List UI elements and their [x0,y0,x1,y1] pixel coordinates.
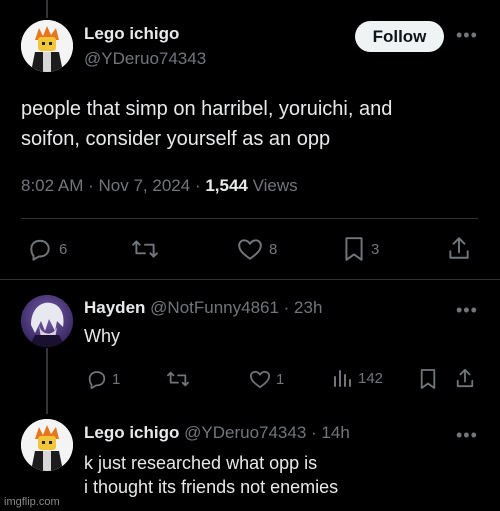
meta-separator: · [88,176,94,195]
tweet-metadata: 8:02 AM · Nov 7, 2024 · 1,544 Views [21,176,298,196]
bookmark-count: 3 [371,240,380,258]
more-icon[interactable]: ••• [456,301,478,319]
reply-button[interactable]: 6 [27,236,67,262]
tweet-text-line-2: soifon, consider yourself as an opp [21,128,331,150]
retweet-icon [132,240,158,258]
thread-line-middle [46,348,48,414]
watermark: imgflip.com [4,496,60,508]
share-icon [449,237,469,259]
share-icon [456,368,474,388]
author-name[interactable]: Lego ichigo [84,423,179,442]
thread-line-top [46,0,48,18]
author-handle[interactable]: @NotFunny4861 [150,298,279,317]
views-label: Views [252,176,298,195]
meta-separator: · [194,176,201,195]
reply-header: Hayden @NotFunny4861 · 23h [84,298,322,318]
author-handle[interactable]: @YDeruo74343 [184,423,306,442]
views-button[interactable]: 142 [332,368,383,388]
reply-count: 1 [112,370,121,388]
author-name[interactable]: Hayden [84,298,145,317]
like-icon [250,370,270,389]
reply-text-line-2: i thought its friends not enemies [84,477,339,497]
retweet-button[interactable] [131,236,159,262]
more-icon[interactable]: ••• [456,426,478,444]
tweet-date[interactable]: Nov 7, 2024 [99,176,191,195]
follow-button[interactable]: Follow [355,21,444,52]
share-button[interactable] [455,367,475,389]
reply-count: 6 [59,240,68,258]
reply-timestamp[interactable]: · 23h [284,298,323,317]
reply-text: Why [84,326,120,346]
reply-icon [88,371,106,389]
lego-ichigo-avatar-image [21,20,73,72]
reply-button[interactable]: 1 [86,368,120,390]
bookmark-icon [345,237,363,261]
share-button[interactable] [447,235,471,261]
hayden-avatar-image [21,295,73,347]
like-button[interactable]: 1 [249,369,284,389]
like-button[interactable]: 8 [237,237,277,261]
retweet-button[interactable] [166,368,190,390]
like-icon [238,239,262,260]
reply-icon [30,239,50,261]
reply-timestamp[interactable]: · 14h [311,423,350,442]
bookmark-button[interactable]: 3 [343,236,379,262]
divider-main [0,279,500,280]
retweet-icon [167,371,189,387]
tweet-time[interactable]: 8:02 AM [21,176,83,195]
bookmark-button[interactable] [419,368,437,390]
avatar[interactable] [21,419,73,471]
reply-text: k just researched what opp is i thought … [84,451,338,499]
like-count: 8 [269,240,278,258]
author-handle[interactable]: @YDeruo74343 [84,49,206,69]
views-count: 1,544 [205,176,248,195]
views-icon [334,370,351,387]
views-count: 142 [358,369,384,387]
lego-ichigo-avatar-image [21,419,73,471]
author-name[interactable]: Lego ichigo [84,24,179,44]
like-count: 1 [276,370,285,388]
tweet-text: people that simp on harribel, yoruichi, … [21,94,392,154]
avatar[interactable] [21,20,73,72]
bookmark-icon [420,369,436,389]
divider-top [21,218,478,219]
avatar[interactable] [21,295,73,347]
tweet-text-line-1: people that simp on harribel, yoruichi, … [21,98,393,120]
reply-text-line-1: k just researched what opp is [84,453,318,473]
reply-header: Lego ichigo @YDeruo74343 · 14h [84,423,350,443]
more-icon[interactable]: ••• [456,26,478,44]
